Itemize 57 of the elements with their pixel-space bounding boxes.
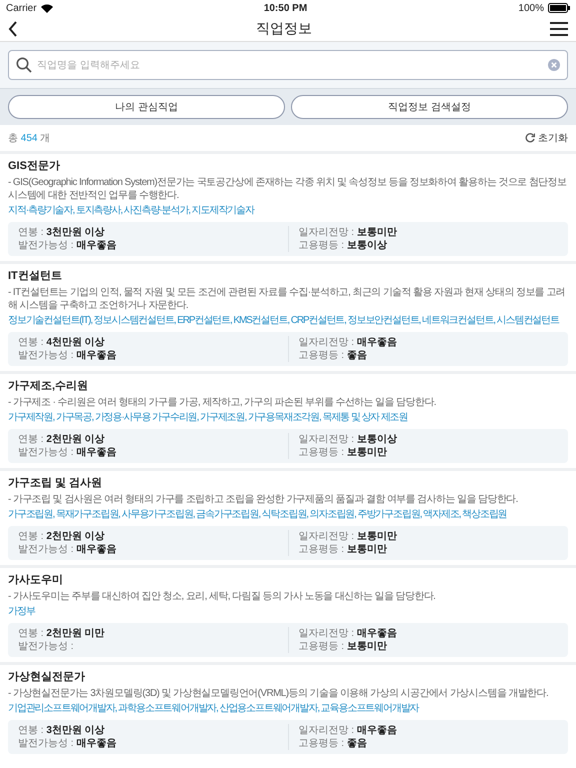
info-text: 일자리전망 : 보통이상 xyxy=(298,433,398,446)
info-text: 연봉 : 2천만원 미만 xyxy=(18,627,106,640)
job-title[interactable]: IT컨설턴트 xyxy=(8,269,568,284)
battery-icon xyxy=(548,3,570,13)
filter-button[interactable]: 직업정보 검색설정 xyxy=(291,95,568,119)
info-text: 발전가능성 : 매우좋음 xyxy=(18,446,118,459)
info-text: 고용평등 : 보통미만 xyxy=(298,640,388,653)
menu-icon[interactable] xyxy=(550,22,568,36)
job-title[interactable]: GIS전문가 xyxy=(8,159,568,174)
time-text: 10:50 PM xyxy=(264,2,308,16)
info-text: 발전가능성 : 매우좋음 xyxy=(18,737,118,750)
info-text: 고용평등 : 보통이상 xyxy=(298,239,388,252)
info-text: 고용평등 : 보통미만 xyxy=(298,446,388,459)
related-jobs-link[interactable]: 가구제작원, 가구목공, 가정용·사무용 가구수리원, 가구제조원, 가구용목재조각원, 목제통 및 상자 제조원 xyxy=(8,411,568,424)
battery-text: 100% xyxy=(518,2,544,16)
info-text: 연봉 : 2천만원 이상 xyxy=(18,433,106,446)
filter-button[interactable]: 나의 관심직업 xyxy=(8,95,285,119)
related-jobs-link[interactable]: 가구조립원, 목재가구조립원, 사무용가구조립원, 금속가구조립원, 식탁조립원, 의자조립원, 주방가구조립원, 액자제조, 책상조립원 xyxy=(8,508,568,521)
info-text: 일자리전망 : 보통미만 xyxy=(298,530,398,543)
info-text: 연봉 : 3천만원 이상 xyxy=(18,226,106,239)
reset-button[interactable]: 초기화 xyxy=(525,130,568,146)
info-text: 고용평등 : 좋음 xyxy=(298,737,368,750)
info-text: 일자리전망 : 매우좋음 xyxy=(298,627,398,640)
result-count: 총 454 개 xyxy=(8,132,50,146)
back-icon[interactable] xyxy=(8,20,18,36)
info-text: 일자리전망 : 보통미만 xyxy=(298,226,398,239)
related-jobs-link[interactable]: 지적·측량기술자, 토지측량사, 사진측량·분석가, 지도제작기술자 xyxy=(8,204,568,217)
info-text: 연봉 : 4천만원 이상 xyxy=(18,336,106,349)
info-text: 고용평등 : 좋음 xyxy=(298,349,368,362)
info-text: 발전가능성 : 매우좋음 xyxy=(18,239,118,252)
info-text: 일자리전망 : 매우좋음 xyxy=(298,336,398,349)
info-text: 연봉 : 2천만원 이상 xyxy=(18,530,106,543)
job-description: - 가사도우미는 주부를 대신하여 집안 청소, 요리, 세탁, 다림질 등의 가사 노동을 대신하는 일을 담당한다. xyxy=(8,590,436,603)
info-text: 발전가능성 : 매우좋음 xyxy=(18,349,118,362)
info-text: 연봉 : 3천만원 이상 xyxy=(18,724,106,737)
wifi-icon xyxy=(40,4,53,12)
search-field[interactable]: 직업명을 입력해주세요 xyxy=(8,50,568,80)
related-jobs-link[interactable]: 가정부 xyxy=(8,605,568,618)
job-title[interactable]: 가사도우미 xyxy=(8,573,568,588)
info-text: 고용평등 : 보통미만 xyxy=(298,543,388,556)
related-jobs-link[interactable]: 정보기술컨설턴트(IT), 정보시스템컨설턴트, ERP컨설턴트, KMS컨설턴트, CRP컨설턴트, 정보보안컨설턴트, 네트워크컨설턴트, 시스템컨설턴트 xyxy=(8,314,568,327)
job-description: - 가구제조 · 수리원은 여러 형태의 가구를 가공, 제작하고, 가구의 파손된 부위를 수선하는 일을 담당한다. xyxy=(8,396,437,409)
job-description: - 가구조립 및 검사원은 여러 형태의 가구를 조립하고 조립을 완성한 가구제품의 품질과 결함 여부를 검사하는 일을 담당한다. xyxy=(8,493,519,506)
related-jobs-link[interactable]: 기업관리소프트웨어개발자, 과학용소프트웨어개발자, 산업용소프트웨어개발자, 교육용소프트웨어개발자 xyxy=(8,702,568,715)
info-text: 발전가능성 : 매우좋음 xyxy=(18,543,118,556)
job-title[interactable]: 가구제조,수리원 xyxy=(8,379,568,394)
info-text: 일자리전망 : 매우좋음 xyxy=(298,724,398,737)
job-title[interactable]: 가구조립 및 검사원 xyxy=(8,476,568,491)
job-description: - IT컨설턴트는 기업의 인적, 물적 자원 및 모든 조건에 관련된 자료를 수집·분석하고, 최근의 기술적 활용 자원과 현재 상태의 정보를 고려해 시스템을 구축하고 조언하거나 자문한다. xyxy=(8,286,566,312)
info-text: 발전가능성 : xyxy=(18,640,75,653)
refresh-icon xyxy=(525,133,535,143)
job-description: - 가상현실전문가는 3차원모델링(3D) 및 가상현실모델링언어(VRML)등의 기술을 이용해 가상의 시공간에서 가상시스템을 개발한다. xyxy=(8,687,550,700)
page-title: 직업정보 xyxy=(256,19,312,38)
job-description: - GIS(Geographic Information System)전문가는 국토공간상에 존재하는 각종 위치 및 속성정보 등을 정보화하여 활용하는 것으로 첨단정보시스템에 대한 전반적인 업무를 수행한다. xyxy=(8,176,568,202)
job-title[interactable]: 가상현실전문가 xyxy=(8,670,568,685)
search-icon xyxy=(16,57,32,73)
carrier-text: Carrier xyxy=(6,2,37,16)
